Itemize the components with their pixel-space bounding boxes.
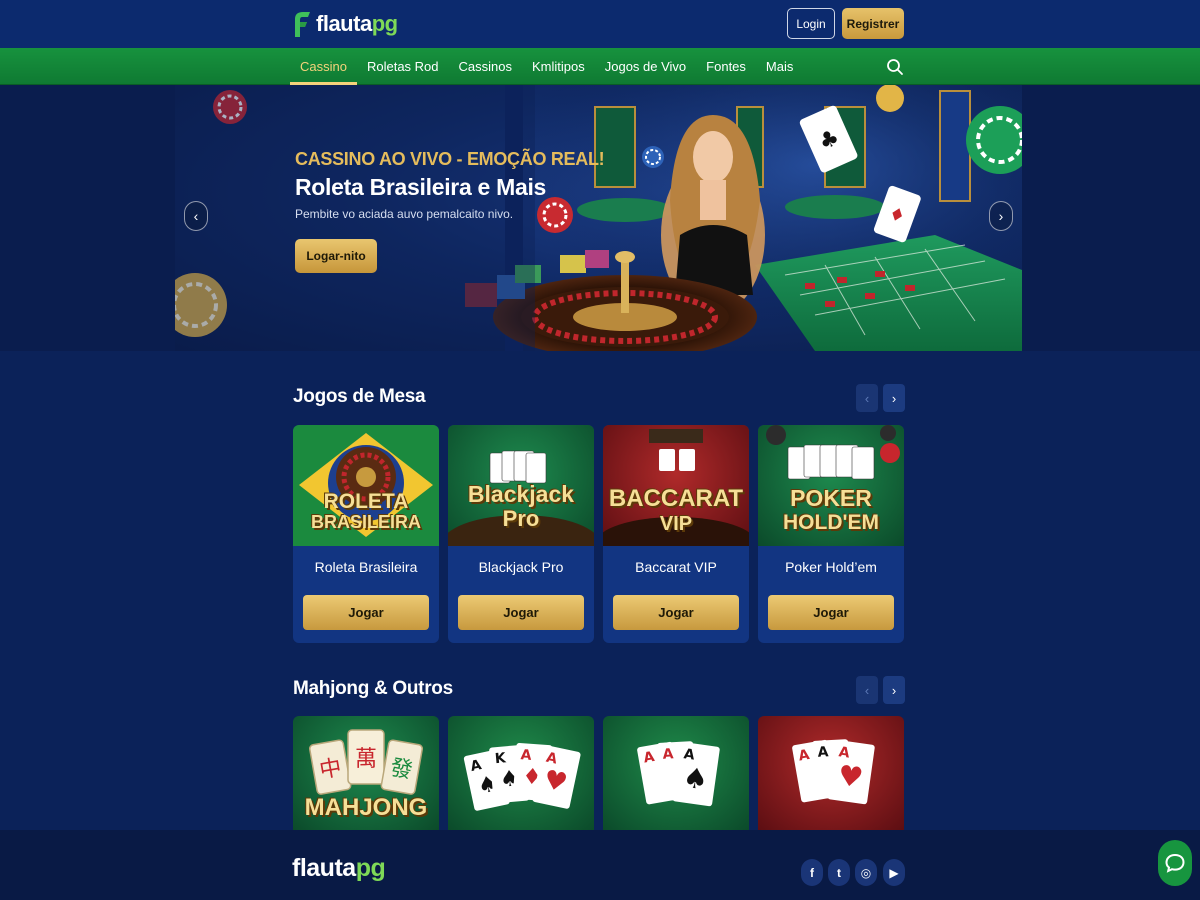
top-header: flautapg Login Registrer (0, 0, 1200, 48)
thumb-label: Blackjack (467, 481, 575, 507)
chevron-left-icon: ‹ (864, 682, 870, 698)
mahjong-tile-1: 中 (318, 755, 344, 783)
hero-banner: ♣ ♦ CASSINO AO VIVO - EMOÇÃO REAL! Rolet… (175, 85, 1022, 351)
card-rank: A (520, 747, 532, 764)
mahjong-tile-2: 萬 (355, 747, 377, 772)
thumb-label: POKER (790, 485, 872, 511)
play-button[interactable]: Jogar (613, 595, 739, 630)
hero-subtitle: Pembite vo aciada auvo pemalcaito nivo. (295, 207, 514, 221)
game-card-cards-3[interactable]: A A A ♥ (758, 716, 904, 830)
section-title-jogos-de-mesa: Jogos de Mesa (293, 386, 426, 407)
brand-name: flautapg (316, 11, 398, 36)
game-name: Blackjack Pro (478, 559, 564, 575)
play-button[interactable]: Jogar (768, 595, 894, 630)
svg-text:♠: ♠ (681, 760, 710, 796)
svg-text:♥: ♥ (836, 758, 865, 794)
chevron-left-icon: ‹ (864, 390, 870, 406)
game-thumb-baccarat: BACCARAT VIP (603, 425, 749, 546)
nav-item-cassino[interactable]: Cassino (290, 48, 357, 85)
hero-kicker: CASSINO AO VIVO - EMOÇÃO REAL! (295, 149, 605, 169)
nav-item-jogos-de-vivo[interactable]: Jogos de Vivo (595, 48, 696, 85)
game-thumb-roleta: ROLETA BRASILEIRA (293, 425, 439, 546)
game-card-baccarat-vip[interactable]: BACCARAT VIP Baccarat VIP Jogar (603, 425, 749, 643)
section2-prev-button[interactable]: ‹ (856, 676, 878, 704)
thumb-label: ROLETA (323, 490, 409, 513)
nav-item-mais[interactable]: Mais (756, 48, 803, 85)
hero-title: Roleta Brasileira e Mais (295, 174, 547, 200)
game-card-roleta-brasileira[interactable]: ROLETA BRASILEIRA Roleta Brasileira Joga… (293, 425, 439, 643)
chevron-right-icon: › (998, 208, 1004, 224)
chat-bubble-icon (1165, 853, 1185, 873)
youtube-icon[interactable]: ▶ (883, 859, 905, 886)
hero-text-block: CASSINO AO VIVO - EMOÇÃO REAL! Roleta Br… (295, 149, 605, 221)
nav-item-fontes[interactable]: Fontes (696, 48, 756, 85)
logo-mark-icon (295, 12, 310, 37)
register-button[interactable]: Registrer (842, 8, 904, 39)
play-button[interactable]: Jogar (303, 595, 429, 630)
facebook-icon[interactable]: f (801, 859, 823, 886)
hero-cta-button[interactable]: Logar-nito (295, 239, 377, 273)
nav-item-kmlitipos[interactable]: Kmlitipos (522, 48, 595, 85)
thumb-label: MAHJONG (304, 794, 428, 821)
section1-next-button[interactable]: › (883, 384, 905, 412)
section1-prev-button[interactable]: ‹ (856, 384, 878, 412)
nav-item-cassinos[interactable]: Cassinos (449, 48, 522, 85)
game-name: Poker Hold’em (785, 559, 877, 575)
footer-brand-logo[interactable]: flautapg (292, 854, 386, 883)
footer: flautapg f t ◎ ▶ (0, 830, 1200, 900)
chat-support-button[interactable] (1158, 840, 1192, 886)
game-name: Roleta Brasileira (314, 559, 418, 575)
thumb-label: HOLD'EM (783, 511, 879, 534)
hero-banner-wrap: ♣ ♦ CASSINO AO VIVO - EMOÇÃO REAL! Rolet… (0, 85, 1200, 351)
game-thumb-poker: POKER HOLD'EM (758, 425, 904, 546)
mahjong-tile-3: 發 (388, 755, 414, 783)
instagram-icon[interactable]: ◎ (855, 859, 877, 886)
login-button[interactable]: Login (787, 8, 835, 39)
thumb-label: VIP (659, 513, 693, 535)
thumb-label: BACCARAT (608, 485, 744, 512)
game-thumb-blackjack: Blackjack Pro (448, 425, 594, 546)
twitter-icon[interactable]: t (828, 859, 850, 886)
chevron-left-icon: ‹ (193, 208, 199, 224)
game-card-poker-holdem[interactable]: POKER HOLD'EM Poker Hold’em Jogar (758, 425, 904, 643)
nav-item-roletas[interactable]: Roletas Rod (357, 48, 449, 85)
game-name: Baccarat VIP (635, 559, 717, 575)
section2-next-button[interactable]: › (883, 676, 905, 704)
hero-prev-button[interactable]: ‹ (184, 201, 208, 231)
chevron-right-icon: › (891, 390, 897, 406)
main-nav: Cassino Roletas Rod Cassinos Kmlitipos J… (0, 48, 1200, 85)
chevron-right-icon: › (891, 682, 897, 698)
thumb-label: Pro (502, 506, 540, 531)
game-card-cards-1[interactable]: A ♠ K ♠ A ♦ A ♥ (448, 716, 594, 830)
game-card-cards-2[interactable]: A A A ♠ (603, 716, 749, 830)
thumb-label: BRASILEIRA (310, 512, 421, 532)
play-button[interactable]: Jogar (458, 595, 584, 630)
hero-next-button[interactable]: › (989, 201, 1013, 231)
brand-logo[interactable]: flautapg (292, 7, 398, 41)
card-rank: A (817, 744, 829, 761)
game-card-mahjong[interactable]: 中 萬 發 MAHJONG (293, 716, 439, 830)
game-card-blackjack-pro[interactable]: Blackjack Pro Blackjack Pro Jogar (448, 425, 594, 643)
card-rank: A (662, 746, 674, 763)
section-title-mahjong-outros: Mahjong & Outros (293, 678, 453, 699)
search-icon[interactable] (886, 58, 904, 76)
